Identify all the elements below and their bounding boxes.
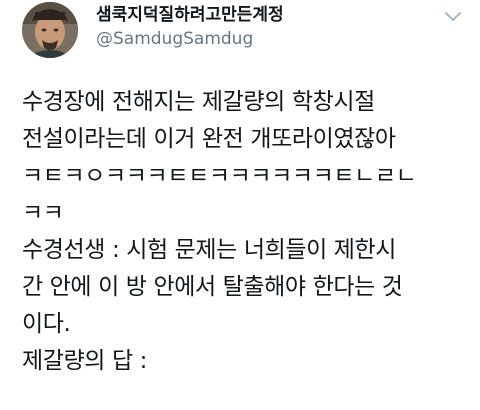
tweet-card: 샘쿡지덕질하려고만든계정 @SamdugSamdug 수경장에 전해지는 제갈량…: [0, 0, 480, 410]
tweet-text: 수경장에 전해지는 제갈량의 학창시절 전설이라는데 이거 완전 개또라이였잖아…: [22, 84, 472, 380]
tweet-line: 간 안에 이 방 안에서 탈출해야 한다는 것: [22, 274, 403, 300]
tweet-line: 수경선생 : 시험 문제는 너희들이 제한시: [22, 237, 397, 263]
tweet-line: ㅋㅌㅋㅇㅋㅋㅋㅌㅌㅋㅋㅋㅋㅋㅋㅌㄴㄹㄴ: [22, 163, 417, 189]
tweet-header: 샘쿡지덕질하려고만든계정 @SamdugSamdug: [10, 0, 470, 62]
tweet-line: 제갈량의 답 :: [22, 348, 147, 374]
tweet-line: 전설이라는데 이거 완전 개또라이였잖아: [22, 126, 396, 152]
tweet-line: ㅋㅋ: [22, 200, 64, 226]
avatar-photo-icon: [22, 2, 78, 58]
avatar[interactable]: [22, 2, 78, 58]
tweet-line: 이다.: [22, 311, 71, 337]
author-names: 샘쿡지덕질하려고만든계정 @SamdugSamdug: [96, 4, 284, 50]
tweet-line: 수경장에 전해지는 제갈량의 학창시절: [22, 89, 375, 115]
chevron-down-icon: [445, 12, 461, 21]
user-handle[interactable]: @SamdugSamdug: [96, 28, 284, 50]
display-name[interactable]: 샘쿡지덕질하려고만든계정: [96, 4, 284, 26]
more-options-button[interactable]: [444, 8, 462, 21]
